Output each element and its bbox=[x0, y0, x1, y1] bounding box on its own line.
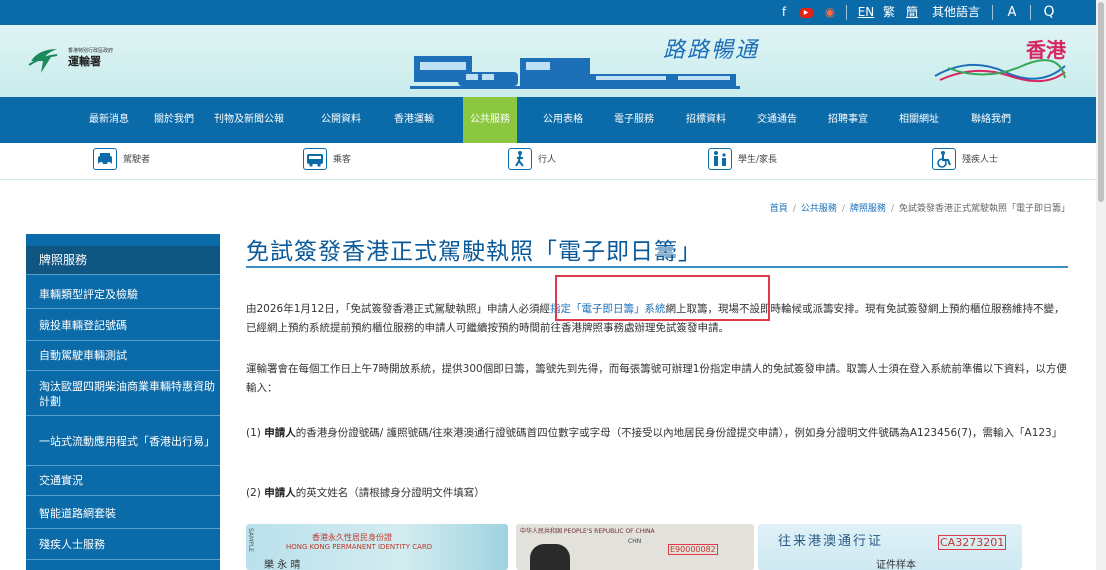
sidebar-item-disabled-services[interactable]: 殘疾人士服務 bbox=[26, 529, 220, 560]
vehicles-illustration bbox=[410, 56, 740, 89]
nav-about-us[interactable]: 關於我們 bbox=[143, 97, 205, 143]
hkid-card-name: 樂 永 晴 bbox=[264, 560, 301, 570]
hkid-card-en: HONG KONG PERMANENT IDENTITY CARD bbox=[286, 543, 433, 551]
sidebar-item-hketransport-app[interactable]: 一站式流動應用程式「香港出行易」 bbox=[26, 418, 220, 466]
subnav-disabled[interactable]: 殘疾人士 bbox=[962, 152, 998, 165]
passport-image: 中华人民共和国 PEOPLE'S REPUBLIC OF CHINA CHN E… bbox=[516, 524, 754, 570]
subnav-pedestrian[interactable]: 行人 bbox=[538, 152, 556, 165]
paragraph-opening-hours: 運輸署會在每個工作日上午7時開放系統，提供300個即日籌，籌號先到先得，而每張籌… bbox=[246, 363, 1067, 394]
breadcrumb-licensing[interactable]: 牌照服務 bbox=[850, 204, 886, 214]
nav-contact-us[interactable]: 聯絡我們 bbox=[964, 97, 1018, 143]
highlight-box bbox=[555, 275, 770, 321]
font-size-button[interactable]: A bbox=[1003, 0, 1021, 25]
nav-e-services[interactable]: 電子服務 bbox=[607, 97, 661, 143]
sidebar-item-vehicle-type-approval[interactable]: 車輛類型評定及檢驗 bbox=[26, 281, 220, 309]
nav-public-forms[interactable]: 公用表格 bbox=[536, 97, 590, 143]
sidebar-item-autonomous-vehicle-trials[interactable]: 自動駕駛車輛測試 bbox=[26, 341, 220, 371]
main-nav: 最新消息 關於我們 刊物及新聞公報 公開資料 香港運輸 公共服務 公用表格 電子… bbox=[0, 97, 1096, 143]
passport-photo bbox=[530, 544, 570, 570]
weibo-icon[interactable]: ◉ bbox=[822, 0, 838, 25]
paragraph-item-1: (1) 申請人的香港身份證號碼/ 護照號碼/往來港澳通行證號碼首四位數字或字母（… bbox=[246, 427, 1063, 439]
nav-recruitment[interactable]: 招聘事宜 bbox=[821, 97, 875, 143]
permit-sample-label: 证件样本 bbox=[876, 560, 916, 570]
passport-country: CHN bbox=[628, 538, 642, 545]
paragraph-item-2: (2) 申請人的英文姓名（請根據身分證明文件填寫） bbox=[246, 487, 485, 499]
subnav-student-parent[interactable]: 學生/家長 bbox=[738, 152, 777, 165]
passenger-icon[interactable] bbox=[303, 148, 327, 170]
dept-name[interactable]: 運輸署 bbox=[68, 53, 101, 69]
page-title: 免試簽發香港正式駕駛執照「電子即日籌」 bbox=[246, 239, 702, 265]
nav-latest-news[interactable]: 最新消息 bbox=[74, 97, 144, 143]
sidebar-item-euro4-diesel-scheme[interactable]: 淘汰歐盟四期柴油商業車輛特惠資助計劃 bbox=[26, 372, 220, 416]
sidebar-item-licensing[interactable]: 牌照服務 bbox=[26, 246, 220, 275]
sidebar-item-traffic-conditions[interactable]: 交通實況 bbox=[26, 466, 220, 496]
hkid-sample-label: SAMPLE bbox=[247, 528, 254, 552]
breadcrumb-home[interactable]: 首頁 bbox=[770, 204, 788, 214]
breadcrumb-public-services[interactable]: 公共服務 bbox=[801, 204, 837, 214]
brand-hong-kong-swoosh bbox=[934, 59, 1066, 83]
subnav-driver[interactable]: 駕駛者 bbox=[123, 152, 150, 165]
nav-traffic-notices[interactable]: 交通通告 bbox=[750, 97, 804, 143]
search-icon[interactable]: Q bbox=[1038, 0, 1060, 25]
td-logo-icon[interactable] bbox=[27, 43, 63, 75]
student-parent-icon[interactable] bbox=[708, 148, 732, 170]
pedestrian-icon[interactable] bbox=[508, 148, 532, 170]
nav-publications[interactable]: 刊物及新聞公報 bbox=[204, 97, 294, 143]
sidebar-item-road-network-package[interactable]: 智能道路網套裝 bbox=[26, 498, 220, 529]
nav-tenders[interactable]: 招標資料 bbox=[679, 97, 733, 143]
scrollbar-thumb[interactable] bbox=[1098, 2, 1104, 202]
hkid-card-title: 香港永久性居民身份證 bbox=[312, 533, 392, 542]
driver-icon[interactable] bbox=[93, 148, 117, 170]
facebook-icon[interactable]: f bbox=[776, 0, 792, 25]
lang-en-link[interactable]: EN bbox=[855, 0, 877, 25]
lang-sc-link[interactable]: 簡 bbox=[904, 0, 920, 25]
disabled-icon[interactable] bbox=[932, 148, 956, 170]
permit-title: 往来港澳通行证 bbox=[778, 534, 884, 549]
permit-image: 往来港澳通行证 CA3273201 证件样本 bbox=[758, 524, 1022, 570]
other-language-link[interactable]: 其他語言 bbox=[928, 0, 984, 25]
nav-hk-transport[interactable]: 香港運輸 bbox=[389, 97, 439, 143]
permit-number: CA3273201 bbox=[938, 535, 1007, 550]
nav-related-links[interactable]: 相關網址 bbox=[892, 97, 946, 143]
nav-public-info[interactable]: 公開資料 bbox=[316, 97, 366, 143]
lang-tc-link[interactable]: 繁 bbox=[881, 0, 897, 25]
youtube-icon[interactable]: ▶ bbox=[797, 0, 815, 25]
title-divider bbox=[246, 266, 1068, 268]
passport-number: E90000082 bbox=[668, 544, 718, 555]
sidebar-item-vehicle-registration-marks[interactable]: 競投車輛登記號碼 bbox=[26, 311, 220, 341]
passport-title: 中华人民共和国 PEOPLE'S REPUBLIC OF CHINA bbox=[520, 528, 655, 535]
hkid-card-image: SAMPLE 香港永久性居民身份證 HONG KONG PERMANENT ID… bbox=[246, 524, 508, 570]
breadcrumb-current: 免試簽發香港正式駕駛執照「電子即日籌」 bbox=[898, 204, 1070, 214]
utility-bar: f ▶ ◉ EN 繁 簡 其他語言 A Q bbox=[0, 0, 1096, 25]
breadcrumb: 首頁 / 公共服務 / 牌照服務 / 免試簽發香港正式駕駛執照「電子即日籌」 bbox=[769, 204, 1070, 214]
nav-public-services[interactable]: 公共服務 bbox=[463, 97, 517, 143]
subnav-passenger[interactable]: 乘客 bbox=[333, 152, 351, 165]
